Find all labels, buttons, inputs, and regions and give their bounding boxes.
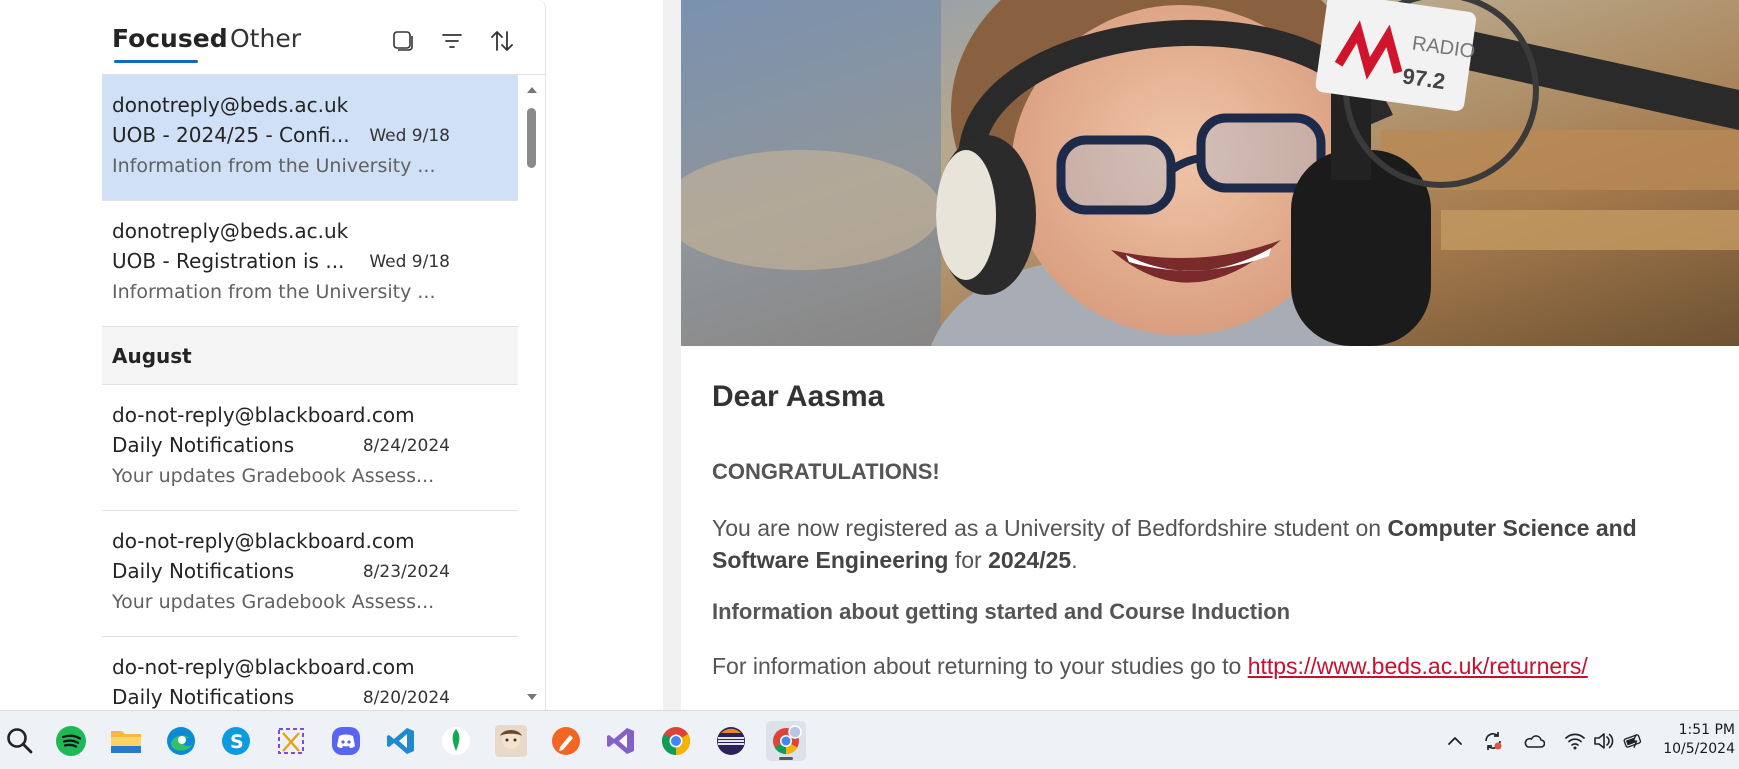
clock-time: 1:51 PM bbox=[1678, 722, 1735, 738]
mail-preview: Information from the University ... bbox=[112, 281, 436, 303]
svg-text:S: S bbox=[230, 731, 244, 753]
mail-subject: Daily Notifications bbox=[112, 433, 295, 457]
email-registration-paragraph: You are now registered as a University o… bbox=[712, 512, 1712, 576]
select-mode-icon[interactable] bbox=[388, 26, 418, 56]
clock-date: 10/5/2024 bbox=[1663, 741, 1735, 757]
snipping-tool-icon[interactable] bbox=[271, 721, 311, 761]
mail-list-scrollbar[interactable] bbox=[518, 75, 545, 710]
tab-focused[interactable]: Focused bbox=[112, 24, 228, 53]
mail-subject: UOB - 2024/25 - Confi... bbox=[112, 123, 350, 147]
vscode-icon[interactable] bbox=[381, 721, 421, 761]
active-indicator bbox=[779, 757, 793, 760]
visual-studio-icon[interactable] bbox=[601, 721, 641, 761]
discord-icon[interactable] bbox=[326, 721, 366, 761]
tab-other[interactable]: Other bbox=[230, 24, 301, 53]
scrollbar-thumb[interactable] bbox=[527, 108, 536, 168]
paragraph-text: for bbox=[948, 547, 989, 573]
paragraph-text: . bbox=[1071, 547, 1078, 573]
returners-text: For information about returning to your … bbox=[712, 653, 1248, 679]
returners-link[interactable]: https://www.beds.ac.uk/returners/ bbox=[1248, 653, 1588, 679]
chevron-up-icon[interactable] bbox=[1444, 730, 1466, 752]
mail-date: 8/20/2024 bbox=[362, 688, 450, 708]
filter-icon[interactable] bbox=[437, 26, 467, 56]
hero-image: RADIO 97.2 bbox=[681, 0, 1739, 346]
mail-sender: donotreply@beds.ac.uk bbox=[112, 219, 349, 243]
draw-app-icon[interactable] bbox=[546, 721, 586, 761]
tab-active-indicator bbox=[114, 60, 198, 63]
file-explorer-icon[interactable] bbox=[106, 721, 146, 761]
academic-year: 2024/25 bbox=[988, 547, 1072, 573]
mail-date: 8/24/2024 bbox=[362, 436, 450, 456]
mail-date: 8/23/2024 bbox=[362, 562, 450, 582]
mail-subject: Daily Notifications bbox=[112, 685, 295, 709]
spotify-icon[interactable] bbox=[51, 721, 91, 761]
mail-subject: Daily Notifications bbox=[112, 559, 295, 583]
paragraph-text: You are now registered as a University o… bbox=[712, 515, 1388, 541]
mail-sender: do-not-reply@blackboard.com bbox=[112, 403, 415, 427]
mail-date: Wed 9/18 bbox=[369, 252, 450, 272]
sort-icon[interactable] bbox=[487, 26, 517, 56]
chrome-icon[interactable] bbox=[656, 721, 696, 761]
mail-date: Wed 9/18 bbox=[369, 126, 450, 146]
email-congrats: CONGRATULATIONS! bbox=[712, 459, 940, 484]
mail-subject: UOB - Registration is ... bbox=[112, 249, 345, 273]
mail-preview: Information from the University ... bbox=[112, 155, 436, 177]
wifi-icon[interactable] bbox=[1564, 730, 1586, 752]
chrome-profile-icon[interactable] bbox=[766, 721, 806, 761]
email-info-heading: Information about getting started and Co… bbox=[712, 599, 1291, 624]
reading-pane-margin bbox=[0, 0, 102, 710]
scroll-up-arrow-icon[interactable] bbox=[527, 87, 537, 93]
email-body: RADIO 97.2 Dear Aasma CONGRATULATIONS! Y… bbox=[681, 0, 1739, 710]
game-app-icon[interactable] bbox=[491, 721, 531, 761]
mongodb-icon[interactable] bbox=[436, 721, 476, 761]
skype-icon[interactable]: S bbox=[216, 721, 256, 761]
mail-preview: Your updates Gradebook Assess... bbox=[112, 465, 435, 487]
taskbar: S 1:51 PM 10/5/2024 bbox=[0, 710, 1739, 769]
sync-icon[interactable] bbox=[1482, 730, 1504, 752]
system-clock[interactable]: 1:51 PM 10/5/2024 bbox=[1663, 721, 1735, 759]
onedrive-icon[interactable] bbox=[1523, 730, 1545, 752]
volume-icon[interactable] bbox=[1592, 730, 1614, 752]
mail-sender: donotreply@beds.ac.uk bbox=[112, 93, 349, 117]
search-icon[interactable] bbox=[0, 721, 40, 761]
eclipse-icon[interactable] bbox=[711, 721, 751, 761]
group-label: August bbox=[112, 344, 192, 368]
edge-icon[interactable] bbox=[161, 721, 201, 761]
mail-preview: Your updates Gradebook Assess... bbox=[112, 591, 435, 613]
battery-icon[interactable] bbox=[1623, 730, 1645, 752]
email-greeting: Dear Aasma bbox=[712, 380, 885, 413]
mail-sender: do-not-reply@blackboard.com bbox=[112, 655, 415, 679]
email-returners-line: For information about returning to your … bbox=[712, 653, 1588, 680]
scroll-down-arrow-icon[interactable] bbox=[527, 694, 537, 700]
mail-sender: do-not-reply@blackboard.com bbox=[112, 529, 415, 553]
